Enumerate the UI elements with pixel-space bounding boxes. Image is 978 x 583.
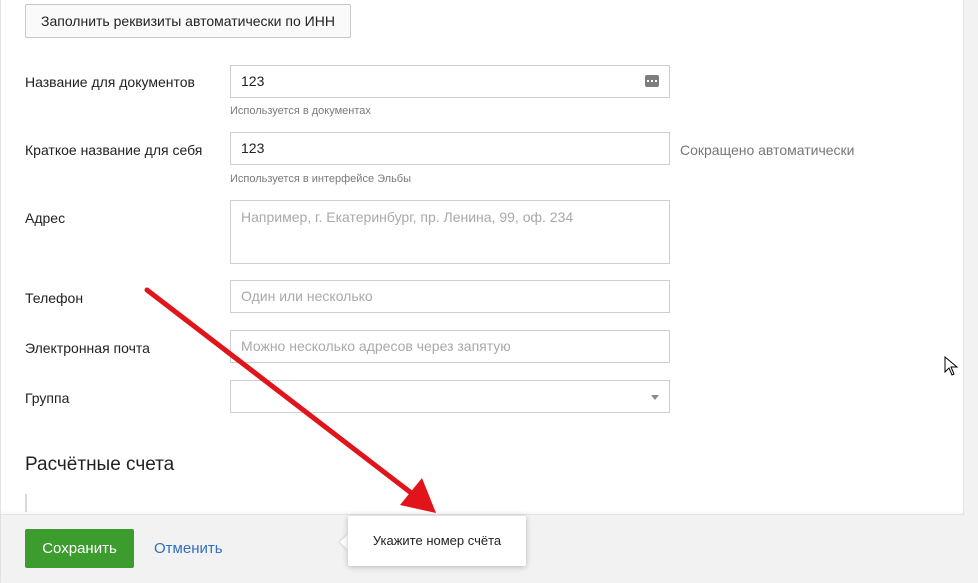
email-label: Электронная почта xyxy=(25,340,150,356)
autofill-by-inn-button[interactable]: Заполнить реквизиты автоматически по ИНН xyxy=(25,4,351,38)
section-title: Расчётные счета xyxy=(25,454,175,475)
section-divider xyxy=(25,494,27,512)
short-name-hint: Используется в интерфейсе Эльбы xyxy=(230,173,412,185)
phone-placeholder: Один или несколько xyxy=(241,288,373,304)
address-label: Адрес xyxy=(25,210,66,226)
form-panel: Заполнить реквизиты автоматически по ИНН… xyxy=(0,0,965,583)
doc-name-hint: Используется в документах xyxy=(230,105,371,117)
doc-name-input[interactable]: 123 xyxy=(230,65,670,98)
phone-field[interactable]: Один или несколько xyxy=(230,280,670,313)
tooltip-pointer xyxy=(340,534,348,550)
email-field[interactable]: Можно несколько адресов через запятую xyxy=(230,330,670,363)
scrollbar[interactable] xyxy=(964,0,978,583)
account-number-tooltip: Укажите номер счёта xyxy=(348,516,526,566)
mouse-cursor-icon xyxy=(944,356,959,376)
chevron-down-icon[interactable] xyxy=(651,395,659,400)
short-name-value: 123 xyxy=(241,140,265,156)
cancel-link[interactable]: Отменить xyxy=(154,540,223,557)
group-label: Группа xyxy=(25,390,70,406)
dots-icon[interactable] xyxy=(645,75,659,87)
doc-name-value: 123 xyxy=(241,73,265,89)
short-name-input[interactable]: 123 xyxy=(230,132,670,165)
email-placeholder: Можно несколько адресов через запятую xyxy=(241,338,511,354)
group-select[interactable] xyxy=(230,380,670,413)
short-name-label: Краткое название для себя xyxy=(25,142,203,158)
address-placeholder: Например, г. Екатеринбург, пр. Ленина, 9… xyxy=(241,209,574,225)
address-field[interactable]: Например, г. Екатеринбург, пр. Ленина, 9… xyxy=(230,200,670,264)
save-button[interactable]: Сохранить xyxy=(25,529,134,568)
phone-label: Телефон xyxy=(25,290,84,306)
doc-name-label: Название для документов xyxy=(25,74,195,90)
short-name-note: Сокращено автоматически xyxy=(680,142,855,158)
